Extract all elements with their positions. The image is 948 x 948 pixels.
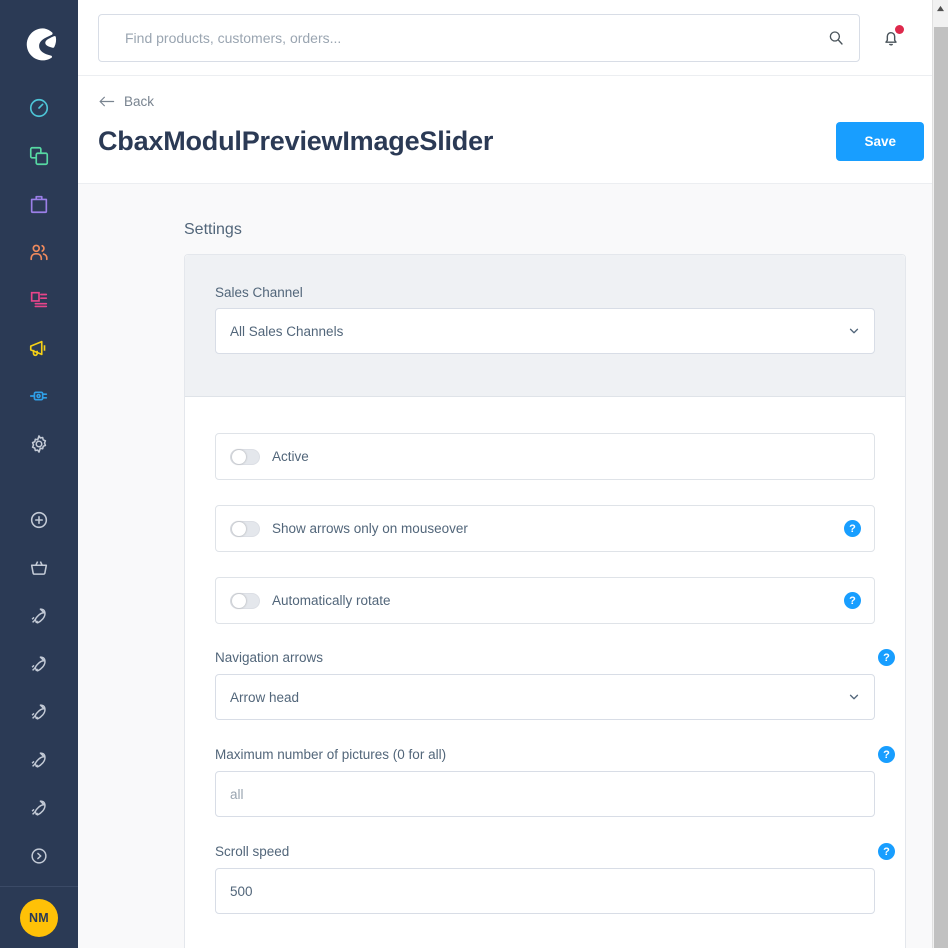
- sidebar-item-orders[interactable]: [0, 180, 78, 228]
- scrollbar-thumb[interactable]: [934, 27, 948, 948]
- catalogues-icon: [29, 146, 49, 166]
- navigation-arrows-select-wrap: Arrow head: [215, 674, 875, 720]
- show-arrows-mouseover-toggle[interactable]: [230, 520, 260, 537]
- sidebar-item-basket[interactable]: [0, 544, 78, 592]
- title-row: CbaxModulPreviewImageSlider Save: [98, 122, 924, 161]
- sidebar-item-expand[interactable]: [0, 832, 78, 880]
- back-label: Back: [124, 94, 155, 109]
- scroll-up-arrow-icon: [937, 5, 944, 12]
- dashboard-icon: [29, 98, 49, 118]
- topbar: [78, 0, 948, 76]
- sidebar-item-add[interactable]: [0, 496, 78, 544]
- sidebar-item-catalogues[interactable]: [0, 132, 78, 180]
- save-button[interactable]: Save: [836, 122, 924, 161]
- global-search[interactable]: [98, 13, 860, 62]
- settings-fields: Active Show arrows only on mouseover ? A…: [185, 397, 905, 948]
- customers-icon: [30, 244, 48, 261]
- shopware-logo: [26, 28, 57, 61]
- max-pictures-label: Maximum number of pictures (0 for all): [215, 747, 447, 762]
- content-icon: [30, 291, 48, 308]
- sidebar-secondary-nav: [0, 496, 78, 880]
- chevron-circle-right-icon: [31, 848, 47, 864]
- field-max-pictures: Maximum number of pictures (0 for all) ?: [215, 746, 895, 817]
- toggle-row-automatically-rotate[interactable]: Automatically rotate ?: [215, 577, 875, 624]
- rocket-icon: [31, 704, 46, 720]
- search-icon[interactable]: [827, 29, 845, 47]
- navigation-arrows-label: Navigation arrows: [215, 650, 324, 665]
- notification-badge: [895, 24, 904, 34]
- rocket-icon: [31, 800, 46, 816]
- settings-gear-icon: [31, 435, 47, 453]
- navigation-arrows-select[interactable]: Arrow head: [215, 674, 875, 720]
- scroll-speed-input[interactable]: [215, 868, 875, 914]
- sidebar-item-marketing[interactable]: [0, 324, 78, 372]
- search-input[interactable]: [125, 29, 827, 46]
- sidebar-item-app-5[interactable]: [0, 784, 78, 832]
- toggle-knob: [232, 593, 246, 608]
- sidebar-primary-nav: [0, 84, 78, 468]
- toggle-knob: [232, 521, 246, 536]
- sales-channel-value: All Sales Channels: [230, 323, 344, 339]
- field-navigation-arrows: Navigation arrows ? Arrow head: [215, 649, 895, 720]
- main-area: Back CbaxModulPreviewImageSlider Save Se…: [78, 0, 948, 948]
- extensions-plug-icon: [29, 391, 48, 401]
- page-header: Back CbaxModulPreviewImageSlider Save: [78, 76, 948, 184]
- sidebar: NM: [0, 0, 78, 948]
- show-arrows-mouseover-label: Show arrows only on mouseover: [272, 521, 468, 536]
- navigation-arrows-label-row: Navigation arrows ?: [215, 649, 895, 666]
- orders-icon: [30, 195, 48, 214]
- marketing-megaphone-icon: [29, 340, 46, 357]
- sidebar-item-dashboard[interactable]: [0, 84, 78, 132]
- rocket-icon: [31, 752, 46, 768]
- notifications-button[interactable]: [878, 23, 904, 53]
- toggle-row-show-arrows-mouseover[interactable]: Show arrows only on mouseover ?: [215, 505, 875, 552]
- toggle-row-active[interactable]: Active: [215, 433, 875, 480]
- scroll-speed-label: Scroll speed: [215, 844, 290, 859]
- page-title: CbaxModulPreviewImageSlider: [98, 126, 494, 156]
- basket-icon: [30, 561, 48, 575]
- sales-channel-select-wrap: All Sales Channels: [215, 308, 875, 354]
- section-title: Settings: [184, 221, 242, 238]
- toggle-knob: [232, 449, 246, 464]
- help-icon[interactable]: ?: [878, 746, 895, 763]
- scroll-up-button[interactable]: [933, 0, 948, 17]
- max-pictures-input[interactable]: [215, 771, 875, 817]
- arrow-left-icon: [99, 96, 115, 107]
- rocket-icon: [31, 656, 46, 672]
- sidebar-logo[interactable]: [0, 0, 78, 84]
- sidebar-footer: NM: [0, 886, 78, 948]
- help-icon[interactable]: ?: [878, 843, 895, 860]
- field-scroll-speed: Scroll speed ?: [215, 843, 895, 914]
- help-icon[interactable]: ?: [844, 592, 861, 609]
- sidebar-item-settings[interactable]: [0, 420, 78, 468]
- navigation-arrows-value: Arrow head: [230, 689, 300, 705]
- sidebar-item-app-3[interactable]: [0, 688, 78, 736]
- sales-channel-label: Sales Channel: [215, 285, 303, 300]
- automatically-rotate-label: Automatically rotate: [272, 593, 391, 608]
- add-circle-icon: [30, 511, 48, 529]
- sales-channel-section: Sales Channel All Sales Channels: [185, 255, 905, 397]
- sidebar-item-app-2[interactable]: [0, 640, 78, 688]
- sidebar-item-extensions[interactable]: [0, 372, 78, 420]
- settings-content: Settings Sales Channel All Sales Channel…: [78, 187, 948, 948]
- sidebar-item-app-4[interactable]: [0, 736, 78, 784]
- active-toggle[interactable]: [230, 448, 260, 465]
- app-root: NM Find products, customers, orders... B…: [0, 0, 948, 948]
- sidebar-item-content[interactable]: [0, 276, 78, 324]
- sidebar-item-app-1[interactable]: [0, 592, 78, 640]
- scroll-speed-label-row: Scroll speed ?: [215, 843, 895, 860]
- back-button[interactable]: Back: [98, 94, 924, 109]
- settings-card: Sales Channel All Sales Channels Active …: [184, 254, 906, 948]
- page-scrollbar[interactable]: [932, 0, 948, 948]
- sidebar-item-customers[interactable]: [0, 228, 78, 276]
- help-icon[interactable]: ?: [844, 520, 861, 537]
- rocket-icon: [31, 608, 46, 624]
- max-pictures-label-row: Maximum number of pictures (0 for all) ?: [215, 746, 895, 763]
- user-avatar[interactable]: NM: [20, 898, 58, 937]
- help-icon[interactable]: ?: [878, 649, 895, 666]
- automatically-rotate-toggle[interactable]: [230, 592, 260, 609]
- active-label: Active: [272, 449, 309, 464]
- sales-channel-select[interactable]: All Sales Channels: [215, 308, 875, 354]
